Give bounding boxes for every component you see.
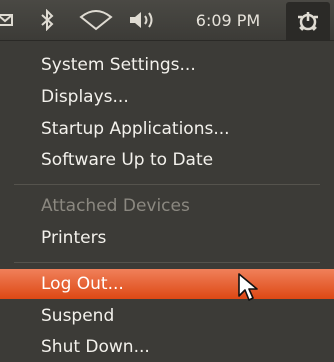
bluetooth-icon[interactable] (34, 0, 60, 40)
email-icon[interactable] (0, 0, 16, 40)
menu-separator (14, 262, 320, 263)
mouse-pointer-icon (236, 272, 262, 306)
menu-item-system-settings[interactable]: System Settings... (0, 50, 334, 80)
menu-item-shut-down[interactable]: Shut Down... (0, 332, 334, 362)
menu-item-displays[interactable]: Displays... (0, 82, 334, 112)
attached-devices-header: Attached Devices (41, 196, 190, 216)
volume-icon[interactable] (124, 0, 162, 40)
menu-item-software-up-to-date[interactable]: Software Up to Date (0, 145, 334, 175)
menu-item-suspend[interactable]: Suspend (0, 301, 334, 331)
network-icon[interactable] (76, 0, 116, 40)
clock[interactable]: 6:09 PM (180, 0, 276, 40)
session-menu: System Settings... Displays... Startup A… (0, 40, 334, 361)
menu-separator (14, 184, 320, 185)
top-panel: 6:09 PM (0, 0, 334, 40)
power-icon[interactable] (286, 2, 330, 40)
menu-item-startup-applications[interactable]: Startup Applications... (0, 114, 334, 144)
menu-item-printers[interactable]: Printers (0, 223, 334, 253)
menu-item-log-out[interactable]: Log Out... (0, 269, 334, 299)
